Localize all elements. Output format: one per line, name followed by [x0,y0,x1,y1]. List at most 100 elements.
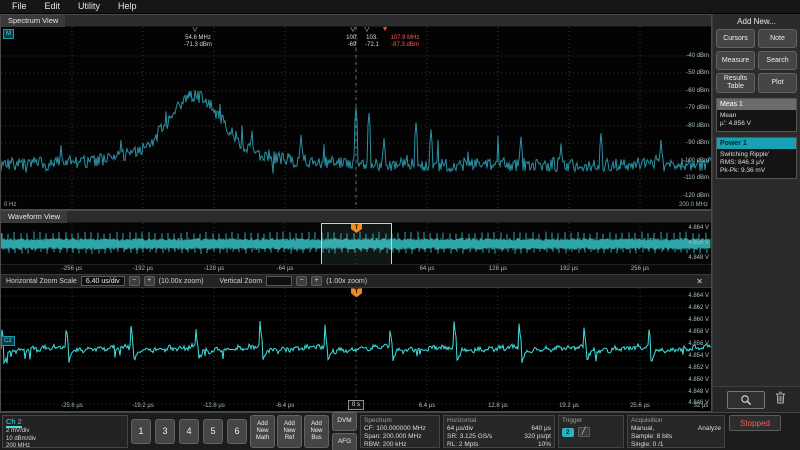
stopped-button[interactable]: Stopped [729,415,781,431]
marker-b-icon[interactable]: ▽ [350,27,355,34]
horizontal-window: 640 µs [531,425,551,433]
vzoom-factor: (1.00x zoom) [326,278,367,285]
hzoom-factor: (10.00x zoom) [159,278,204,285]
dvm-button[interactable]: DVM [332,412,357,431]
spectrum-view-panel: Spectrum View M ▽ 54.6 MHz-71.3 dBm ▽ 10… [0,14,712,210]
add-ref-button[interactable]: AddNewRef [277,415,302,448]
zoom-tool-button[interactable] [727,391,765,409]
zoomed-waveform-plot[interactable]: T C2 0 s -25.6 µs-19.2 µs-12.8 µs-6.4 µs… [1,288,711,411]
marker-c-freq: 103. [366,35,378,41]
channel2-badge[interactable]: Ch 2 2 mV/div 10 dBm/div 200 MHz [2,415,128,448]
marker-c-icon[interactable]: ▽ [364,27,369,34]
menu-utility[interactable]: Utility [70,0,108,13]
spectrum-badge[interactable]: Spectrum CF: 100.000000 MHz Span: 200.00… [360,415,440,448]
run-stop-zone: Stopped [728,415,782,448]
channel5-button[interactable]: 5 [203,419,223,444]
trigger-slope-icon: ╱ [578,427,590,437]
axis-tick-label: 256 µs [631,266,649,273]
overview-time-axis: -256 µs-192 µs-128 µs-64 µs64 µs128 µs19… [1,265,711,275]
waveform-view-header: Waveform View [1,211,711,223]
marker-selected-label: 107.9 MHz-87.3 dBm [390,35,419,49]
horizontal-samplerate: SR: 3.125 GS/s [447,433,492,441]
waveform-overview[interactable]: T 4.864 V4.856 V4.848 V [1,223,711,265]
meas1-name: Mean [720,112,793,120]
marker-a-label: 54.6 MHz-71.3 dBm [184,35,212,49]
acquisition-single: Single: 0 /1 [631,441,721,449]
spectrum-rbw: RBW: 200 kHz [364,441,436,449]
marker-selected-ampl: -87.3 dBm [391,42,419,48]
search-button[interactable]: Search [758,51,797,70]
plot-button[interactable]: Plot [758,73,797,93]
trigger-source-chip: 2 [562,428,574,437]
horizontal-badge[interactable]: Horizontal 64 µs/div640 µs SR: 3.125 GS/… [443,415,555,448]
add-bus-l2: New [310,428,322,435]
oscilloscope-app: File Edit Utility Help Spectrum View M ▽… [0,0,800,450]
acquisition-badge[interactable]: Acquisition Manual,Analyze Sample: 8 bit… [627,415,725,448]
channel6-button[interactable]: 6 [227,419,247,444]
zoom-close-icon[interactable]: ✕ [693,277,706,286]
marker-selected-freq: 107.9 MHz [390,35,419,41]
add-math-l3: Math [256,435,269,442]
menu-file[interactable]: File [4,0,35,13]
menu-bar: File Edit Utility Help [0,0,800,14]
spectrum-channel-badge[interactable]: M [3,29,14,39]
trigger-badge[interactable]: Trigger 2 ╱ [558,415,624,448]
measure-button[interactable]: Measure [716,51,755,70]
power1-body: Switching Ripple' RMS: 846.3 µV Pk-Pk: 9… [717,149,796,178]
meas1-badge[interactable]: Meas 1 Mean µ': 4.856 V [716,98,797,132]
main-area: Spectrum View M ▽ 54.6 MHz-71.3 dBm ▽ 10… [0,14,800,412]
spectrum-trace [1,27,711,209]
menu-help[interactable]: Help [110,0,145,13]
channel1-button[interactable]: 1 [131,419,151,444]
channel3-button[interactable]: 3 [155,419,175,444]
trash-button[interactable] [775,391,786,409]
horizontal-badge-title: Horizontal [447,417,551,425]
cursors-button[interactable]: Cursors [716,29,755,48]
zoom-window[interactable]: T [321,223,392,265]
hzoom-value[interactable]: 6.40 us/div [81,276,125,286]
power1-badge[interactable]: Power 1 Switching Ripple' RMS: 846.3 µV … [716,137,797,179]
note-button[interactable]: Note [758,29,797,48]
vzoom-minus-button[interactable]: − [296,276,307,286]
trigger-flag-icon[interactable]: T [351,224,362,233]
channel2-name: Ch 2 [6,417,22,428]
power1-rms: RMS: 846.3 µV [720,159,793,167]
marker-a-icon[interactable]: ▽ [192,27,197,34]
axis-tick-label: 128 µs [489,266,507,273]
channel2-tag[interactable]: C2 [1,336,15,346]
spectrum-badge-title: Spectrum [364,417,436,425]
results-sidebar: Add New... Cursors Note Measure Search R… [713,14,800,412]
vzoom-value[interactable] [266,276,292,286]
add-bus-l3: Bus [311,435,321,442]
add-math-button[interactable]: AddNewMath [250,415,275,448]
add-ref-l3: Ref [285,435,294,442]
add-bus-button[interactable]: AddNewBus [304,415,329,448]
afg-button[interactable]: AFG [332,433,357,450]
marker-a-ampl: -71.3 dBm [184,42,212,48]
add-bus-l1: Add [311,421,322,428]
hzoom-plus-button[interactable]: + [144,276,155,286]
menu-edit[interactable]: Edit [37,0,69,13]
hzoom-minus-button[interactable]: − [129,276,140,286]
vzoom-plus-button[interactable]: + [311,276,322,286]
marker-selected-icon[interactable]: ▼ [382,27,389,34]
magnifier-icon [740,394,752,406]
zero-time-label: 0 s [348,400,364,410]
results-table-button[interactable]: Results Table [716,73,755,93]
axis-tick-label: 192 µs [560,266,578,273]
spectrum-span: Span: 200.000 MHz [364,433,436,441]
add-buttons: AddNewMath AddNewRef AddNewBus [250,415,329,448]
marker-a-freq: 54.6 MHz [185,35,211,41]
hzoom-label: Horizontal Zoom Scale [6,278,77,285]
channel2-spectrum-scale: 10 dBm/div [6,436,124,444]
zoom-scale-bar: Horizontal Zoom Scale 6.40 us/div − + (1… [1,274,711,288]
spectrum-plot[interactable]: M ▽ 54.6 MHz-71.3 dBm ▽ 100.-69 ▽ 103.-7… [1,27,711,209]
channel4-button[interactable]: 4 [179,419,199,444]
horizontal-recordlength: RL: 2 Mpts [447,441,478,449]
spectrum-view-header: Spectrum View [1,15,711,27]
channel2-bandwidth: 200 MHz [6,443,124,450]
bottom-bar: Ch 2 2 mV/div 10 dBm/div 200 MHz 1 3 4 5… [0,412,800,450]
waveform-view-title: Waveform View [1,211,67,223]
spectrum-cf: CF: 100.000000 MHz [364,425,436,433]
channel-buttons: 1 3 4 5 6 [131,415,247,448]
